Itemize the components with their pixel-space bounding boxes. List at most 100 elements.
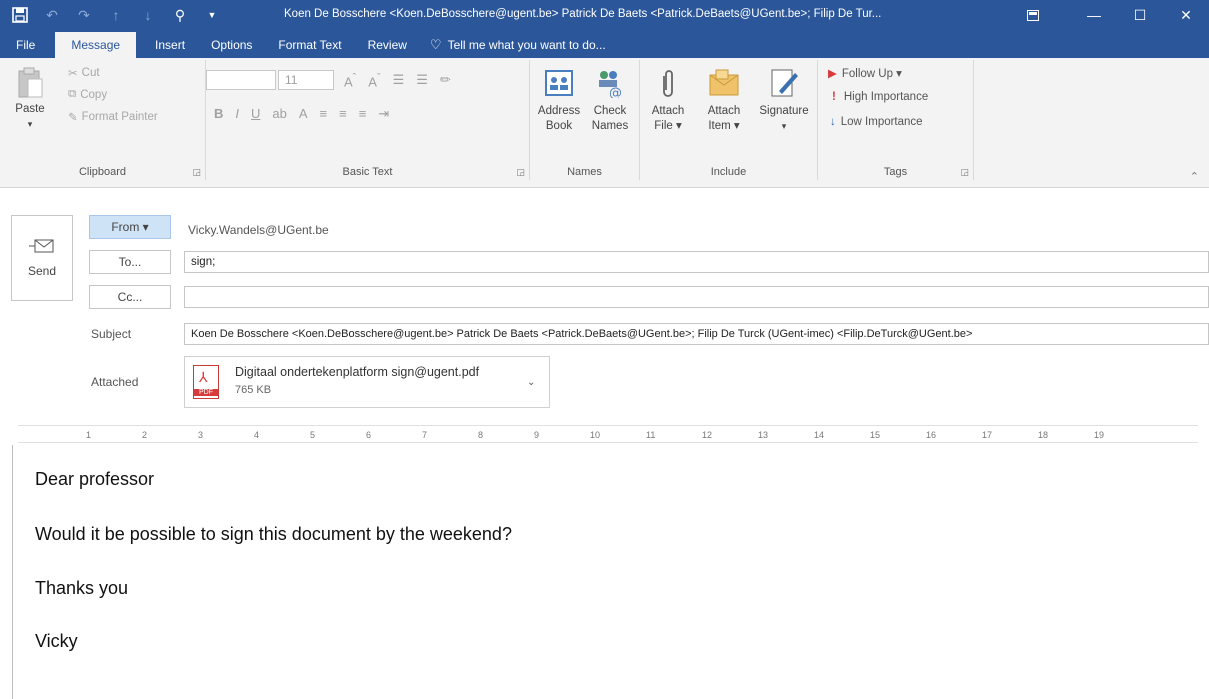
clipboard-group: Paste ▾ ✂ Cut ⧉ Copy ✎ Format Painter Clipb… xyxy=(0,60,206,180)
window-title: Koen De Bosschere <Koen.DeBosschere@ugen… xyxy=(284,8,882,20)
align-center-icon[interactable]: ≡ xyxy=(339,106,347,122)
check-names-icon: @ xyxy=(593,66,627,100)
ruler-tick-label: 19 xyxy=(1094,430,1105,440)
ruler-tick-label: 6 xyxy=(366,430,372,440)
ruler-tick-label: 9 xyxy=(534,430,540,440)
italic-icon[interactable]: I xyxy=(235,106,239,122)
font-size-box[interactable]: 11 xyxy=(278,70,334,90)
align-right-icon[interactable]: ≡ xyxy=(359,106,367,122)
to-button[interactable]: To... xyxy=(89,250,171,274)
subject-label: Subject xyxy=(91,327,132,341)
cut-button[interactable]: ✂ Cut xyxy=(68,66,100,80)
align-left-icon[interactable]: ≡ xyxy=(320,106,328,122)
pdf-icon: ⅄ PDF xyxy=(193,365,219,399)
highlight-icon[interactable]: ab xyxy=(272,106,286,122)
tags-group: ▶ Follow Up ▾ ! High Importance ↓ Low Impor… xyxy=(818,60,974,180)
customize-qat-icon[interactable]: ▼ xyxy=(200,4,224,26)
check-names-button[interactable]: @ Check Names xyxy=(586,66,634,134)
basic-text-label: Basic Text xyxy=(342,166,393,178)
ruler-tick-label: 7 xyxy=(422,430,428,440)
save-icon[interactable] xyxy=(8,4,32,26)
attached-label: Attached xyxy=(91,375,139,389)
tab-options[interactable]: Options xyxy=(198,32,265,58)
basic-text-group: 11 Aˆ Aˇ ☰ ☰ ✏ B I U ab A ≡ ≡ ≡ ⇥ Basic … xyxy=(206,60,530,180)
tags-launcher-icon[interactable]: ◲ xyxy=(960,167,969,178)
low-importance-button[interactable]: ↓ Low Importance xyxy=(830,116,923,128)
ruler-tick-label: 5 xyxy=(310,430,316,440)
basic-text-launcher-icon[interactable]: ◲ xyxy=(516,167,525,178)
tab-format-text[interactable]: Format Text xyxy=(265,32,354,58)
ruler-tick-label: 12 xyxy=(702,430,713,440)
ruler-tick-label: 11 xyxy=(646,430,656,440)
down-arrow-icon[interactable]: ↓ xyxy=(136,4,160,26)
attach-item-button[interactable]: Attach Item ▾ xyxy=(698,66,750,134)
flag-icon: ▶ xyxy=(828,68,837,80)
from-button[interactable]: From ▾ xyxy=(89,215,171,239)
undo-icon[interactable]: ↶ xyxy=(40,4,64,26)
font-color-icon[interactable]: A xyxy=(299,106,308,122)
window-controls: — ☐ ✕ xyxy=(1013,0,1209,30)
bold-icon[interactable]: B xyxy=(214,106,223,122)
attach-file-button[interactable]: Attach File ▾ xyxy=(646,66,690,134)
paste-button[interactable]: Paste ▾ xyxy=(12,66,48,132)
format-painter-button[interactable]: ✎ Format Painter xyxy=(68,110,158,124)
ruler-tick-label: 17 xyxy=(982,430,993,440)
maximize-icon[interactable]: ☐ xyxy=(1117,0,1163,30)
high-importance-button[interactable]: ! High Importance xyxy=(832,91,928,103)
ruler-tick-label: 4 xyxy=(254,430,260,440)
underline-icon[interactable]: U xyxy=(251,106,260,122)
ruler-tick-label: 1 xyxy=(86,430,92,440)
indent-icon[interactable]: ⇥ xyxy=(378,106,389,122)
message-body[interactable]: Dear professor Would it be possible to s… xyxy=(12,445,1198,699)
bullets-icon[interactable]: ☰ xyxy=(393,72,405,89)
address-book-icon xyxy=(542,66,576,100)
tags-label: Tags xyxy=(883,166,908,178)
shrink-font-icon[interactable]: Aˇ xyxy=(368,72,380,89)
ruler-tick-label: 3 xyxy=(198,430,204,440)
from-value: Vicky.Wandels@UGent.be xyxy=(188,223,329,237)
body-line: Vicky xyxy=(35,631,78,651)
attach-qat-icon[interactable]: ⚲ xyxy=(168,4,192,26)
body-line: Dear professor xyxy=(35,469,155,489)
font-name-box[interactable] xyxy=(206,70,276,90)
format-tools: B I U ab A ≡ ≡ ≡ ⇥ xyxy=(214,106,389,122)
ribbon: Paste ▾ ✂ Cut ⧉ Copy ✎ Format Painter Clipb… xyxy=(0,58,1209,188)
send-button[interactable]: Send xyxy=(11,215,73,301)
grow-font-icon[interactable]: Aˆ xyxy=(344,72,356,89)
tab-review[interactable]: Review xyxy=(355,32,420,58)
ruler-tick-label: 8 xyxy=(478,430,484,440)
attachment-chip[interactable]: ⅄ PDF Digitaal ondertekenplatform sign@u… xyxy=(184,356,550,408)
minimize-icon[interactable]: — xyxy=(1071,0,1117,30)
ruler-tick-label: 16 xyxy=(926,430,937,440)
close-icon[interactable]: ✕ xyxy=(1163,0,1209,30)
redo-icon[interactable]: ↷ xyxy=(72,4,96,26)
lightbulb-icon: ♡ xyxy=(429,37,442,52)
ribbon-display-options-icon[interactable] xyxy=(1013,0,1053,30)
tab-insert[interactable]: Insert xyxy=(142,32,198,58)
to-field[interactable]: sign; xyxy=(184,251,1209,273)
up-arrow-icon[interactable]: ↑ xyxy=(104,4,128,26)
signature-button[interactable]: Signature ▾ xyxy=(754,66,814,134)
ribbon-tabs: File Message Insert Options Format Text … xyxy=(0,30,606,58)
cc-button[interactable]: Cc... xyxy=(89,285,171,309)
send-icon xyxy=(29,239,54,253)
clear-formatting-icon[interactable]: ✏ xyxy=(440,72,451,89)
tell-me-search[interactable]: ♡ Tell me what you want to do... xyxy=(430,32,606,58)
collapse-ribbon-icon[interactable]: ⌃ xyxy=(1190,170,1199,183)
copy-button[interactable]: ⧉ Copy xyxy=(68,88,107,101)
ruler-tick-label: 2 xyxy=(142,430,148,440)
numbering-icon[interactable]: ☰ xyxy=(416,72,428,89)
follow-up-button[interactable]: ▶ Follow Up ▾ xyxy=(828,66,902,80)
cc-field[interactable] xyxy=(184,286,1209,308)
ruler: 1 2 3 4 5 6 7 8 9 10 11 12 13 14 15 16 17 18 19 xyxy=(18,425,1198,443)
clipboard-label: Clipboard xyxy=(78,166,127,178)
address-book-button[interactable]: Address Book xyxy=(534,66,584,134)
tab-file[interactable]: File xyxy=(0,32,49,58)
signature-icon xyxy=(767,66,801,100)
ruler-tick-label: 18 xyxy=(1038,430,1049,440)
subject-field[interactable]: Koen De Bosschere <Koen.DeBosschere@ugen… xyxy=(184,323,1209,345)
chevron-down-icon[interactable]: ⌄ xyxy=(527,377,535,388)
clipboard-launcher-icon[interactable]: ◲ xyxy=(192,167,201,178)
tab-message[interactable]: Message xyxy=(55,32,137,58)
envelope-icon xyxy=(707,66,741,100)
